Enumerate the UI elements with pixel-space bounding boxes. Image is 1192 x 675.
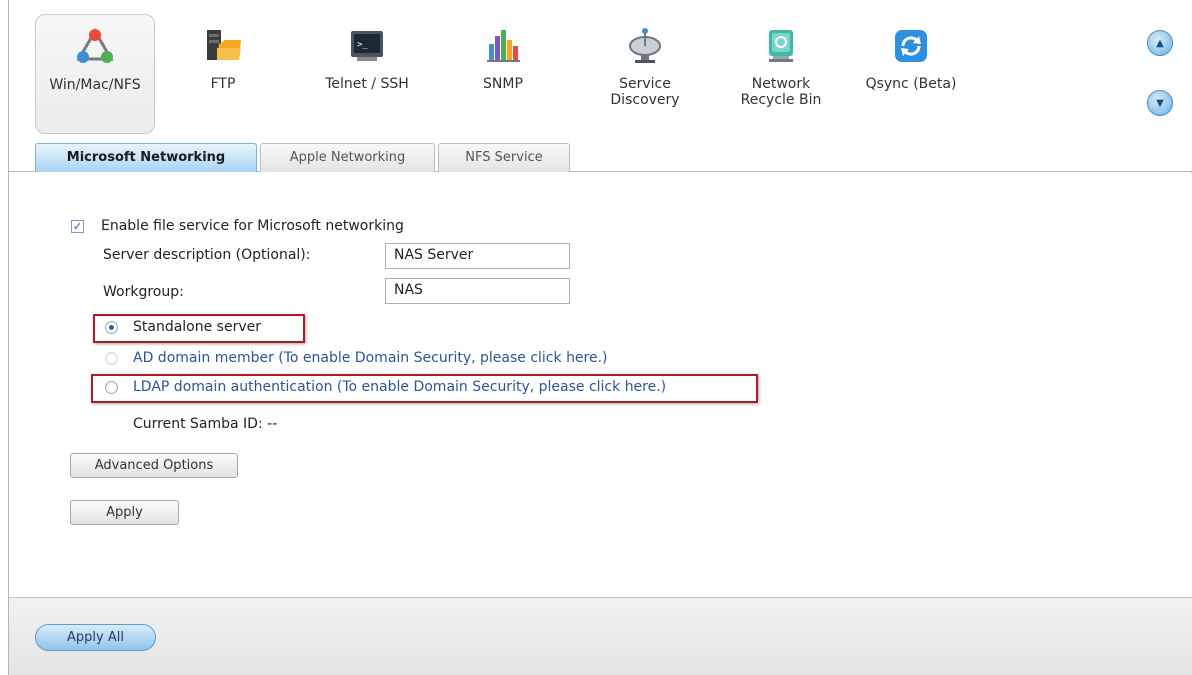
server-description-input[interactable]: NAS Server <box>385 243 570 269</box>
service-win-mac-nfs[interactable]: Win/Mac/NFS <box>35 14 155 134</box>
bar-chart-icon <box>483 26 523 66</box>
service-label: Telnet / SSH <box>325 76 409 92</box>
workgroup-label: Workgroup: <box>103 284 184 300</box>
service-label: Service Discovery <box>610 76 680 108</box>
service-snmp[interactable]: SNMP <box>443 14 563 134</box>
chevron-down-icon: ▼ <box>1156 98 1164 109</box>
standalone-server-radio[interactable] <box>105 321 118 334</box>
ldap-domain-radio[interactable] <box>105 381 118 394</box>
winmacnfs-icon <box>75 27 115 67</box>
app-window: Win/Mac/NFS FTP >_ Telnet / SSH SNMP Ser… <box>8 0 1192 675</box>
service-network-recycle-bin[interactable]: Network Recycle Bin <box>721 14 841 134</box>
microsoft-networking-panel: ✓ Enable file service for Microsoft netw… <box>9 173 1192 597</box>
enable-file-service-label: Enable file service for Microsoft networ… <box>101 218 404 234</box>
recycle-bin-icon <box>761 26 801 66</box>
service-label: Win/Mac/NFS <box>49 77 141 93</box>
ftp-folder-icon <box>203 26 243 66</box>
tab-apple-networking[interactable]: Apple Networking <box>260 143 435 172</box>
ad-domain-member-link[interactable]: AD domain member (To enable Domain Secur… <box>133 350 608 366</box>
ad-domain-member-radio[interactable] <box>105 352 118 365</box>
satellite-dish-icon <box>625 26 665 66</box>
service-label: SNMP <box>483 76 523 92</box>
server-description-label: Server description (Optional): <box>103 247 311 263</box>
service-qsync[interactable]: Qsync (Beta) <box>851 14 971 134</box>
service-ftp[interactable]: FTP <box>163 14 283 134</box>
samba-id-value: -- <box>267 416 278 432</box>
service-telnet-ssh[interactable]: >_ Telnet / SSH <box>307 14 427 134</box>
scroll-up-button[interactable]: ▲ <box>1147 30 1173 56</box>
tab-nfs-service[interactable]: NFS Service <box>438 143 570 172</box>
standalone-server-label: Standalone server <box>133 319 262 335</box>
tab-microsoft-networking[interactable]: Microsoft Networking <box>35 143 257 172</box>
samba-id-label: Current Samba ID: <box>133 416 263 432</box>
terminal-icon: >_ <box>347 26 387 66</box>
workgroup-input[interactable]: NAS <box>385 278 570 304</box>
ldap-domain-link[interactable]: LDAP domain authentication (To enable Do… <box>133 379 666 395</box>
tab-label: Microsoft Networking <box>66 150 226 165</box>
enable-file-service-checkbox[interactable]: ✓ <box>71 220 84 233</box>
sync-icon <box>891 26 931 66</box>
chevron-up-icon: ▲ <box>1156 38 1164 49</box>
apply-button[interactable]: Apply <box>70 500 179 525</box>
service-label: FTP <box>210 76 236 92</box>
service-label: Qsync (Beta) <box>865 76 957 92</box>
svg-text:>_: >_ <box>357 40 368 50</box>
service-label: Network Recycle Bin <box>740 76 822 108</box>
tab-label: NFS Service <box>465 150 543 165</box>
advanced-options-button[interactable]: Advanced Options <box>70 453 238 478</box>
service-discovery[interactable]: Service Discovery <box>585 14 705 134</box>
samba-id-row: Current Samba ID: -- <box>133 416 277 432</box>
apply-all-button[interactable]: Apply All <box>35 624 156 651</box>
footer-bar: Apply All <box>9 597 1192 675</box>
scroll-down-button[interactable]: ▼ <box>1147 90 1173 116</box>
tab-label: Apple Networking <box>289 150 406 165</box>
